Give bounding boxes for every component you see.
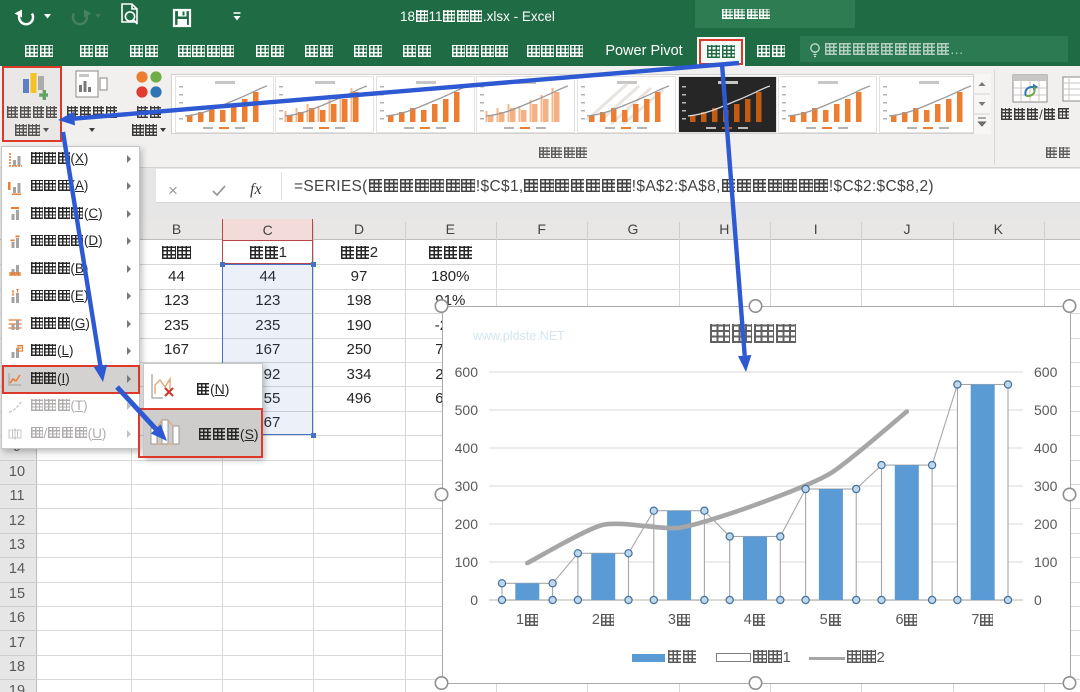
svg-text:500: 500 xyxy=(1034,402,1058,418)
svg-text:100: 100 xyxy=(1034,554,1058,570)
svg-text:200: 200 xyxy=(1034,516,1058,532)
svg-text:300: 300 xyxy=(1034,478,1058,494)
svg-text:400: 400 xyxy=(455,440,479,456)
svg-text:600: 600 xyxy=(455,364,479,380)
svg-text:200: 200 xyxy=(455,516,479,532)
svg-text:300: 300 xyxy=(455,478,479,494)
svg-text:0: 0 xyxy=(1034,592,1042,608)
svg-text:400: 400 xyxy=(1034,440,1058,456)
svg-text:100: 100 xyxy=(455,554,479,570)
svg-text:500: 500 xyxy=(455,402,479,418)
svg-text:600: 600 xyxy=(1034,364,1058,380)
svg-text:0: 0 xyxy=(470,592,478,608)
